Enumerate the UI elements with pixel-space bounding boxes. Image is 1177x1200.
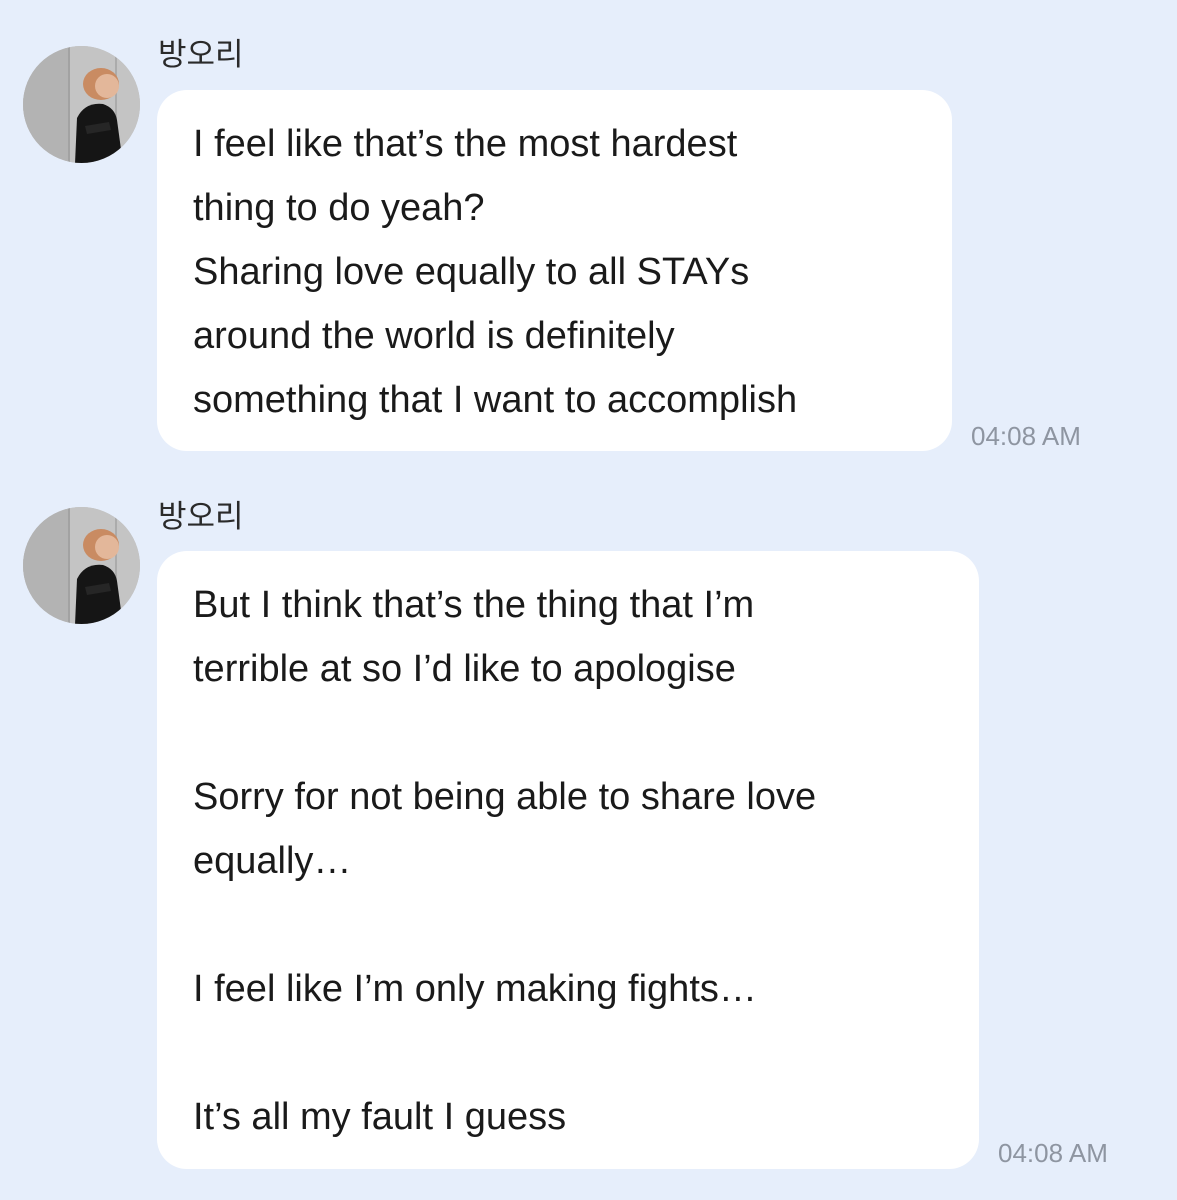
message-text-line: around the world is definitely [193,315,675,357]
avatar[interactable] [23,46,140,163]
message-text-line [193,893,959,957]
profile-photo-icon [23,46,140,163]
message-text-line: something that I want to accomplish [193,379,798,421]
sender-name: 방오리 [158,37,244,73]
message-text-line: terrible at so I’d like to apologise [193,648,736,690]
profile-photo-icon [23,507,140,624]
message-text-line [193,1021,959,1085]
message-text-line: But I think that’s the thing that I’m [193,584,755,626]
message-text-line: Sharing love equally to all STAYs [193,251,750,293]
message-text-line: Sorry for not being able to share love [193,776,817,818]
sender-name: 방오리 [158,499,244,535]
message-bubble[interactable]: I feel like that’s the most hardest thin… [157,90,952,451]
message-timestamp: 04:08 AM [971,421,1081,451]
message-text-line: equally… [193,840,352,882]
message-bubble[interactable]: But I think that’s the thing that I’m te… [157,551,979,1169]
message-text-line: I feel like I’m only making fights… [193,968,757,1010]
message-text-line: I feel like that’s the most hardest [193,123,738,165]
message-timestamp: 04:08 AM [998,1138,1108,1168]
avatar[interactable] [23,507,140,624]
message-text-line: thing to do yeah? [193,187,485,229]
message-text-line: It’s all my fault I guess [193,1096,567,1138]
message-text-line [193,701,959,765]
